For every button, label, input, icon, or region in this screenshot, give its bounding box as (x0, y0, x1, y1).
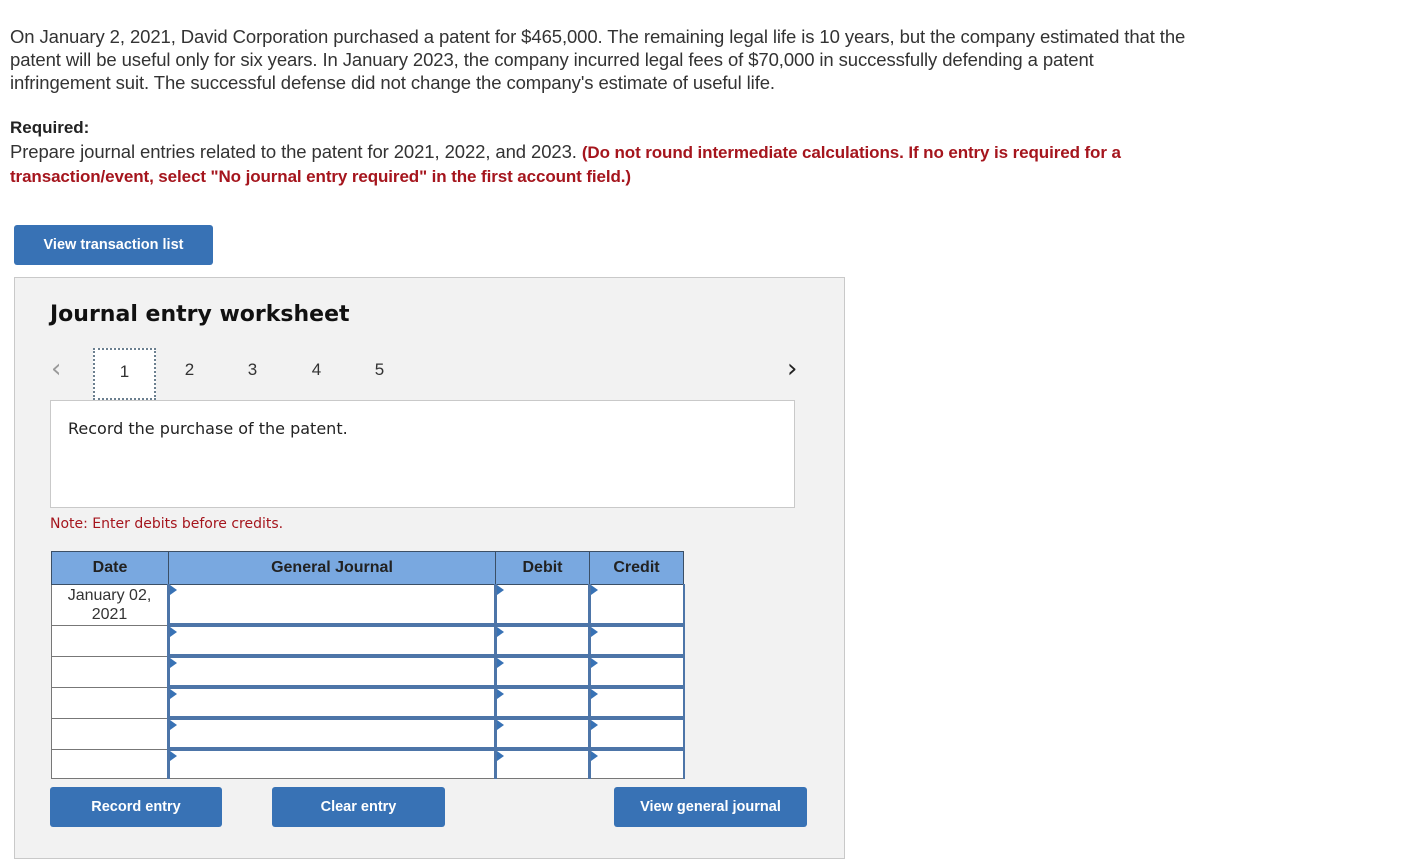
account-cell[interactable] (167, 747, 497, 779)
account-cell[interactable] (167, 623, 497, 657)
debit-field[interactable] (497, 658, 588, 685)
problem-statement: On January 2, 2021, David Corporation pu… (10, 26, 1186, 93)
credit-field[interactable] (591, 689, 683, 716)
required-instructions: Prepare journal entries related to the p… (10, 140, 1140, 188)
credit-cell[interactable] (588, 716, 685, 750)
credit-cell[interactable] (588, 623, 685, 657)
debit-field[interactable] (497, 720, 588, 747)
debit-cell[interactable] (494, 685, 591, 719)
credit-field[interactable] (591, 627, 683, 654)
account-cell[interactable] (167, 654, 497, 688)
general-journal-header: General Journal (168, 551, 496, 585)
debit-cell[interactable] (494, 654, 591, 688)
journal-table: Date General Journal Debit Credit Januar… (51, 551, 685, 779)
date-cell (51, 655, 169, 688)
debit-cell[interactable] (494, 584, 591, 626)
credit-cell[interactable] (588, 654, 685, 688)
record-entry-button[interactable]: Record entry (50, 787, 222, 827)
view-general-journal-button[interactable]: View general journal (614, 787, 807, 827)
journal-row (51, 685, 685, 719)
tab-5[interactable]: 5 (348, 348, 411, 400)
account-field[interactable] (170, 627, 494, 654)
journal-header-row: Date General Journal Debit Credit (51, 551, 684, 585)
debit-header: Debit (495, 551, 590, 585)
debit-cell[interactable] (494, 716, 591, 750)
credit-field[interactable] (591, 658, 683, 685)
journal-entry-worksheet: Journal entry worksheet ‹ 1 2 3 4 5 › Re… (14, 277, 845, 859)
journal-row (51, 747, 685, 779)
date-cell (51, 686, 169, 719)
debit-field[interactable] (497, 751, 588, 778)
view-transaction-list-button[interactable]: View transaction list (14, 225, 213, 265)
credit-cell[interactable] (588, 685, 685, 719)
credit-field[interactable] (591, 585, 683, 623)
note-text: Note: Enter debits before credits. (50, 516, 284, 532)
clear-entry-button[interactable]: Clear entry (272, 787, 445, 827)
chevron-right-icon[interactable]: › (787, 354, 797, 384)
debit-field[interactable] (497, 689, 588, 716)
account-cell[interactable] (167, 685, 497, 719)
instruction-box: Record the purchase of the patent. (50, 400, 795, 508)
credit-field[interactable] (591, 720, 683, 747)
journal-row (51, 716, 685, 750)
debit-cell[interactable] (494, 623, 591, 657)
debit-field[interactable] (497, 585, 588, 623)
required-label: Required: (10, 118, 90, 137)
credit-cell[interactable] (588, 584, 685, 626)
date-cell (51, 748, 169, 779)
tab-2[interactable]: 2 (158, 348, 221, 400)
account-field[interactable] (170, 689, 494, 716)
chevron-left-icon[interactable]: ‹ (51, 354, 61, 384)
tab-4[interactable]: 4 (285, 348, 348, 400)
debit-cell[interactable] (494, 747, 591, 779)
instruction-text: Record the purchase of the patent. (68, 419, 348, 438)
journal-row (51, 654, 685, 688)
date-cell: January 02, 2021 (51, 584, 169, 626)
account-field[interactable] (170, 720, 494, 747)
date-header: Date (51, 551, 169, 585)
required-text: Prepare journal entries related to the p… (10, 141, 582, 162)
date-cell (51, 624, 169, 657)
credit-cell[interactable] (588, 747, 685, 779)
account-field[interactable] (170, 658, 494, 685)
credit-header: Credit (589, 551, 684, 585)
debit-field[interactable] (497, 627, 588, 654)
account-cell[interactable] (167, 716, 497, 750)
journal-row (51, 623, 685, 657)
account-field[interactable] (170, 751, 494, 778)
tab-3[interactable]: 3 (221, 348, 284, 400)
date-cell (51, 717, 169, 750)
worksheet-title: Journal entry worksheet (50, 302, 350, 327)
journal-row: January 02, 2021 (51, 584, 685, 626)
tab-1[interactable]: 1 (93, 348, 156, 400)
account-field[interactable] (170, 585, 494, 623)
credit-field[interactable] (591, 751, 683, 778)
account-cell[interactable] (167, 584, 497, 626)
